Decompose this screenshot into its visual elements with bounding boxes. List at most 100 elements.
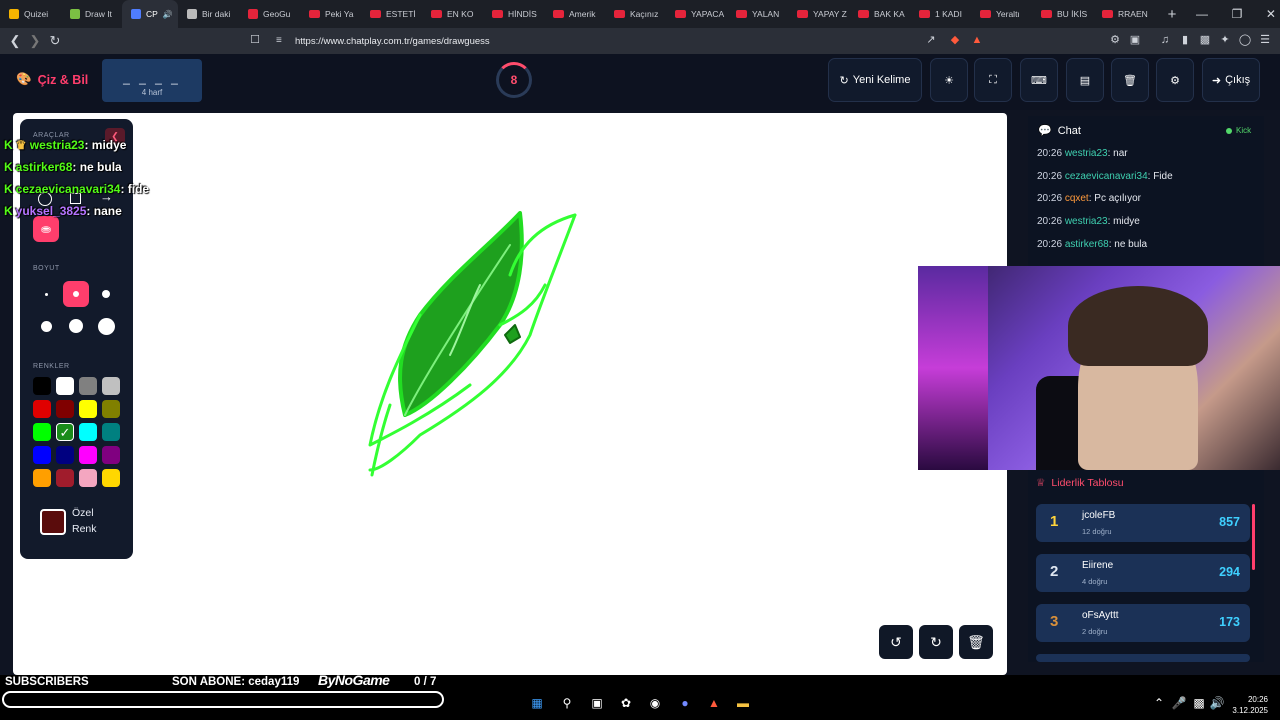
new-word-button[interactable]: ↻ Yeni Kelime (828, 58, 922, 102)
browser-tab[interactable]: Quizei (0, 0, 61, 28)
sidebar-icon[interactable]: ▮ (1178, 33, 1192, 47)
color-swatch[interactable] (56, 446, 74, 464)
theme-button[interactable]: ☀ (930, 58, 968, 102)
brave-shield-icon[interactable]: ◆ (948, 33, 962, 47)
discord-icon[interactable]: ● (676, 694, 694, 712)
reload-icon[interactable]: ↻ (45, 33, 65, 49)
chat-user[interactable]: westria23 (1065, 148, 1108, 159)
chatgpt-icon[interactable]: ✿ (617, 694, 635, 712)
exit-button[interactable]: ➜ Çıkış (1202, 58, 1260, 102)
audio-icon[interactable]: 🔊 (163, 10, 173, 19)
color-swatch[interactable] (33, 446, 51, 464)
site-info-icon[interactable]: ≡ (276, 35, 282, 46)
brush-size-6[interactable] (93, 313, 119, 339)
color-swatch[interactable] (79, 400, 97, 418)
color-swatch[interactable] (102, 400, 120, 418)
undo-button[interactable]: ↺ (879, 625, 913, 659)
forward-icon[interactable]: ❯ (25, 33, 45, 49)
media-icon[interactable]: ♫ (1158, 33, 1172, 47)
share-icon[interactable]: ↗ (924, 33, 938, 47)
browser-tab[interactable]: 1 KADI (910, 0, 971, 28)
chat-user[interactable]: cqxet (1065, 193, 1089, 204)
wallet-icon[interactable]: ▩ (1198, 33, 1212, 47)
color-swatch[interactable] (102, 423, 120, 441)
color-swatch[interactable] (33, 400, 51, 418)
chat-user[interactable]: cezaevicanavari34 (1065, 171, 1148, 182)
clear-canvas-button[interactable]: 🗑 (959, 625, 993, 659)
minimize-icon[interactable]: — (1196, 7, 1208, 21)
menu-icon[interactable]: ☰ (1258, 33, 1272, 47)
browser-tab[interactable]: Bir daki (178, 0, 239, 28)
task-view-icon[interactable]: ▣ (588, 694, 606, 712)
search-icon[interactable]: ⚲ (558, 694, 576, 712)
browser-tab[interactable]: Draw It (61, 0, 122, 28)
color-swatch[interactable] (56, 377, 74, 395)
browser-tab[interactable]: RRAEN (1093, 0, 1154, 28)
color-swatch[interactable] (102, 469, 120, 487)
browser-tab[interactable]: Amerik (544, 0, 605, 28)
color-swatch[interactable] (102, 446, 120, 464)
browser-tab[interactable]: Peki Ya (300, 0, 361, 28)
bookmark-icon[interactable]: ☐ (248, 33, 262, 47)
browser-tab[interactable]: YALAN (727, 0, 788, 28)
settings-button[interactable]: ⚙ (1156, 58, 1194, 102)
browser-tab[interactable]: YAPAY Z (788, 0, 849, 28)
chat-user[interactable]: astirker68 (1065, 239, 1109, 250)
browser-tab[interactable]: BAK KA (849, 0, 910, 28)
brush-size-3[interactable] (93, 281, 119, 307)
brush-size-1[interactable] (33, 281, 59, 307)
windows-start-icon[interactable]: ▦ (528, 694, 546, 712)
delete-button[interactable]: 🗑 (1111, 58, 1149, 102)
browser-tab[interactable]: Yeraltı (971, 0, 1032, 28)
extensions-icon[interactable]: ⚙ (1108, 33, 1122, 47)
archive-button[interactable]: ▤ (1066, 58, 1104, 102)
fill-tool-button[interactable]: ⛂ (33, 216, 59, 242)
volume-icon[interactable]: 🔊 (1208, 694, 1226, 712)
color-swatch[interactable] (33, 423, 51, 441)
brush-size-2[interactable] (63, 281, 89, 307)
browser-tab[interactable]: CP🔊✕ (122, 0, 178, 28)
browser-tab[interactable]: GeoGu (239, 0, 300, 28)
leo-icon[interactable]: ✦ (1218, 33, 1232, 47)
screenshot-icon[interactable]: ▣ (1128, 33, 1142, 47)
network-icon[interactable]: ▩ (1190, 694, 1208, 712)
color-swatch[interactable] (102, 377, 120, 395)
keyboard-button[interactable]: ⌨ (1020, 58, 1058, 102)
microphone-icon[interactable]: 🎤 (1170, 694, 1188, 712)
chrome-icon[interactable]: ◉ (646, 694, 664, 712)
back-icon[interactable]: ❮ (5, 33, 25, 49)
leaderboard-scrollbar[interactable] (1252, 504, 1255, 570)
color-swatch[interactable] (79, 377, 97, 395)
color-swatch[interactable] (79, 446, 97, 464)
brave-rewards-icon[interactable]: ▲ (970, 33, 984, 47)
restore-icon[interactable]: ❐ (1232, 7, 1243, 21)
color-swatch[interactable] (56, 469, 74, 487)
new-tab-button[interactable]: + (1162, 6, 1182, 23)
brand[interactable]: 🎨 Çiz & Bil (16, 72, 88, 87)
brush-size-4[interactable] (33, 313, 59, 339)
address-bar[interactable]: ≡ https://www.chatplay.com.tr/games/draw… (268, 31, 988, 51)
file-explorer-icon[interactable]: ▬ (734, 694, 752, 712)
browser-tab[interactable]: HİNDİS (483, 0, 544, 28)
custom-color-swatch[interactable] (40, 509, 66, 535)
color-swatch[interactable]: ✓ (56, 423, 74, 441)
color-swatch[interactable] (79, 469, 97, 487)
browser-tab[interactable]: BU İKİS (1032, 0, 1093, 28)
redo-button[interactable]: ↻ (919, 625, 953, 659)
browser-tab[interactable]: EN KO (422, 0, 483, 28)
browser-tab[interactable]: YAPACA (666, 0, 727, 28)
vpn-icon[interactable]: ◯ (1238, 33, 1252, 47)
fullscreen-button[interactable]: ⛶ (974, 58, 1012, 102)
color-swatch[interactable] (56, 400, 74, 418)
brush-size-5[interactable] (63, 313, 89, 339)
chat-user[interactable]: westria23 (1065, 216, 1108, 227)
color-swatch[interactable] (33, 377, 51, 395)
close-window-icon[interactable]: ✕ (1266, 7, 1276, 21)
browser-tab[interactable]: ESTETİ (361, 0, 422, 28)
color-swatch[interactable] (79, 423, 97, 441)
color-swatch[interactable] (33, 469, 51, 487)
brave-icon[interactable]: ▲ (705, 694, 723, 712)
taskbar-clock[interactable]: 20:26 3.12.2025 (1232, 694, 1268, 716)
browser-tab[interactable]: Kaçınız (605, 0, 666, 28)
tray-chevron-icon[interactable]: ⌃ (1150, 694, 1168, 712)
